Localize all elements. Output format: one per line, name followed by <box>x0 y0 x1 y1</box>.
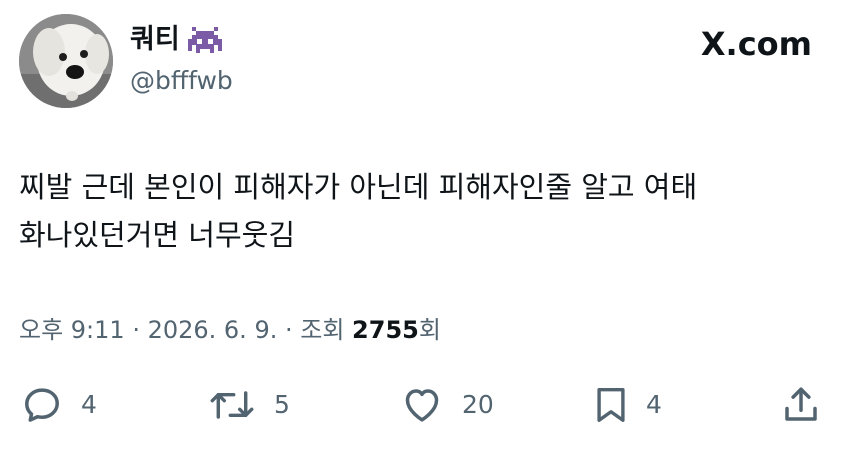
tweet-time[interactable]: 오후 9:11 <box>19 316 125 344</box>
avatar-dog-photo <box>19 14 113 108</box>
retweet-icon <box>210 391 254 419</box>
bookmark-count: 4 <box>646 390 662 419</box>
author-display-name[interactable]: 쿼티 <box>130 22 222 58</box>
share-button[interactable] <box>780 383 822 427</box>
bookmark-button[interactable]: 4 <box>594 383 662 427</box>
author-handle[interactable]: @bfffwb <box>130 64 233 98</box>
like-icon <box>405 389 439 422</box>
views-suffix: 회 <box>418 316 441 344</box>
tweet-date[interactable]: 2026. 6. 9. <box>148 316 278 344</box>
meta-separator: · <box>277 316 301 344</box>
like-button[interactable]: 20 <box>400 383 494 427</box>
tweet-actions: 4 5 20 4 <box>0 383 850 427</box>
meta-separator: · <box>124 316 148 344</box>
avatar[interactable] <box>19 14 113 108</box>
share-icon <box>785 387 817 421</box>
x-brand-logo: X.com <box>701 24 812 64</box>
alien-monster-icon <box>187 25 222 55</box>
retweet-count: 5 <box>274 390 290 419</box>
brand-label: X.com <box>700 25 812 63</box>
like-count: 20 <box>462 390 494 419</box>
views-label: 조회 <box>300 316 345 344</box>
reply-icon <box>25 388 59 422</box>
bookmark-icon <box>597 388 625 422</box>
tweet-meta: 오후 9:11 · 2026. 6. 9. · 조회 2755회 <box>19 313 441 347</box>
tweet-text: 찌발 근데 본인이 피해자가 아닌데 피해자인줄 알고 여태 화나있던거면 너무… <box>19 170 698 252</box>
reply-count: 4 <box>81 390 97 419</box>
retweet-button[interactable]: 5 <box>208 383 290 427</box>
views-count: 2755 <box>352 316 419 344</box>
reply-button[interactable]: 4 <box>21 383 97 427</box>
display-name-text: 쿼티 <box>130 24 180 55</box>
